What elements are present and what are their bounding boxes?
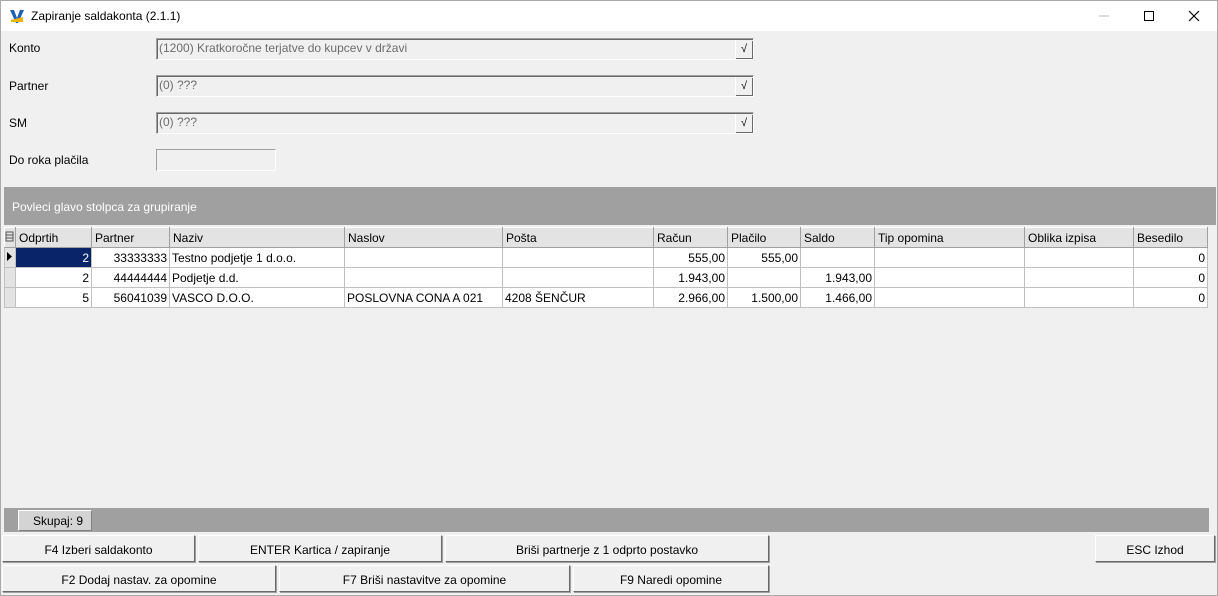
- col-header-placilo[interactable]: Plačilo: [727, 227, 801, 248]
- cell-besedilo[interactable]: 0: [1133, 247, 1208, 268]
- main-window: Zapiranje saldakonta (2.1.1) Konto (1200…: [0, 0, 1218, 596]
- col-header-racun[interactable]: Račun: [653, 227, 728, 248]
- cell-naziv[interactable]: VASCO D.O.O.: [169, 287, 345, 308]
- cell-posta[interactable]: 4208 ŠENČUR: [502, 287, 654, 308]
- select-saldakonto-button[interactable]: F4 Izberi saldakonto: [2, 535, 195, 562]
- add-reminder-settings-button[interactable]: F2 Dodaj nastav. za opomine: [2, 565, 276, 592]
- col-header-naslov[interactable]: Naslov: [344, 227, 503, 248]
- row-indicator[interactable]: [4, 267, 16, 288]
- col-header-naziv[interactable]: Naziv: [169, 227, 345, 248]
- dropdown-check-icon: √: [740, 80, 748, 92]
- col-header-odprtih[interactable]: Odprtih: [15, 227, 92, 248]
- cell-oblika-izpisa[interactable]: [1024, 247, 1134, 268]
- cell-saldo[interactable]: 1.943,00: [800, 267, 875, 288]
- data-grid[interactable]: Odprtih Partner Naziv Naslov Pošta Račun…: [4, 225, 1216, 507]
- cell-racun[interactable]: 2.966,00: [653, 287, 728, 308]
- cell-oblika-izpisa[interactable]: [1024, 267, 1134, 288]
- cell-posta[interactable]: [502, 247, 654, 268]
- col-header-partner[interactable]: Partner: [91, 227, 170, 248]
- table-row[interactable]: 2 44444444 Podjetje d.d. 1.943,00 1.943,…: [4, 267, 1208, 288]
- group-by-hint: Povleci glavo stolpca za grupiranje: [12, 200, 197, 214]
- cell-partner[interactable]: 44444444: [91, 267, 170, 288]
- minimize-button[interactable]: [1081, 1, 1127, 31]
- konto-combobox[interactable]: (1200) Kratkoročne terjatve do kupcev v …: [156, 38, 754, 60]
- cell-racun[interactable]: 1.943,00: [653, 267, 728, 288]
- total-cell: Skupaj: 9: [18, 510, 92, 531]
- partner-label: Partner: [9, 79, 49, 93]
- cell-partner[interactable]: 33333333: [91, 247, 170, 268]
- col-header-posta[interactable]: Pošta: [502, 227, 654, 248]
- dropdown-check-icon: √: [740, 43, 748, 55]
- current-row-arrow-icon: [7, 251, 12, 261]
- group-by-panel[interactable]: Povleci glavo stolpca za grupiranje: [4, 187, 1216, 225]
- grid-table: Odprtih Partner Naziv Naslov Pošta Račun…: [4, 227, 1208, 308]
- cell-partner[interactable]: 56041039: [91, 287, 170, 308]
- sm-label: SM: [9, 116, 27, 130]
- sm-dropdown-button[interactable]: √: [735, 114, 752, 132]
- kartica-zapiranje-button[interactable]: ENTER Kartica / zapiranje: [198, 535, 442, 562]
- cell-posta[interactable]: [502, 267, 654, 288]
- sm-combobox[interactable]: (0) ??? √: [156, 112, 754, 134]
- partner-combobox[interactable]: (0) ??? √: [156, 75, 754, 97]
- cell-saldo[interactable]: [800, 247, 875, 268]
- cell-tip-opomina[interactable]: [874, 287, 1025, 308]
- total-count: Skupaj: 9: [33, 514, 84, 528]
- partner-dropdown-button[interactable]: √: [735, 77, 752, 95]
- grid-menu-button[interactable]: [4, 227, 16, 248]
- minimize-icon: [1099, 15, 1109, 17]
- cell-naslov[interactable]: [344, 247, 503, 268]
- cell-racun[interactable]: 555,00: [653, 247, 728, 268]
- cell-odprtih[interactable]: 2: [15, 267, 92, 288]
- grid-header-row: Odprtih Partner Naziv Naslov Pošta Račun…: [4, 227, 1208, 248]
- grid-menu-icon: [5, 231, 14, 241]
- col-header-besedilo[interactable]: Besedilo: [1133, 227, 1208, 248]
- title-bar[interactable]: Zapiranje saldakonta (2.1.1): [1, 1, 1217, 31]
- col-header-oblika-izpisa[interactable]: Oblika izpisa: [1024, 227, 1134, 248]
- cell-naziv[interactable]: Testno podjetje 1 d.o.o.: [169, 247, 345, 268]
- cell-naslov[interactable]: POSLOVNA CONA A 021: [344, 287, 503, 308]
- cell-placilo[interactable]: [727, 267, 801, 288]
- cell-naziv[interactable]: Podjetje d.d.: [169, 267, 345, 288]
- sm-value: (0) ???: [159, 115, 198, 129]
- window-title: Zapiranje saldakonta (2.1.1): [31, 9, 181, 23]
- create-reminders-button[interactable]: F9 Naredi opomine: [573, 565, 769, 592]
- delete-single-item-partners-button[interactable]: Briši partnerje z 1 odprto postavko: [445, 535, 769, 562]
- cell-odprtih[interactable]: 2: [15, 247, 92, 268]
- table-row[interactable]: 2 33333333 Testno podjetje 1 d.o.o. 555,…: [4, 247, 1208, 268]
- close-icon: [1188, 10, 1200, 22]
- konto-value: (1200) Kratkoročne terjatve do kupcev v …: [159, 41, 408, 55]
- konto-label: Konto: [9, 41, 41, 55]
- maximize-button[interactable]: [1126, 1, 1172, 31]
- close-button[interactable]: [1171, 1, 1217, 31]
- cell-tip-opomina[interactable]: [874, 267, 1025, 288]
- exit-button[interactable]: ESC Izhod: [1095, 535, 1215, 562]
- cell-besedilo[interactable]: 0: [1133, 267, 1208, 288]
- row-indicator[interactable]: [4, 287, 16, 308]
- do-roka-input[interactable]: [156, 149, 276, 171]
- dropdown-check-icon: √: [740, 117, 748, 129]
- cell-placilo[interactable]: 555,00: [727, 247, 801, 268]
- cell-oblika-izpisa[interactable]: [1024, 287, 1134, 308]
- cell-besedilo[interactable]: 0: [1133, 287, 1208, 308]
- do-roka-label: Do roka plačila: [9, 153, 89, 167]
- row-indicator[interactable]: [4, 247, 16, 268]
- cell-placilo[interactable]: 1.500,00: [727, 287, 801, 308]
- app-logo-icon: [10, 10, 24, 23]
- col-header-saldo[interactable]: Saldo: [800, 227, 875, 248]
- grid-footer: Skupaj: 9: [4, 508, 1209, 532]
- partner-value: (0) ???: [159, 78, 198, 92]
- cell-saldo[interactable]: 1.466,00: [800, 287, 875, 308]
- konto-dropdown-button[interactable]: √: [735, 40, 752, 58]
- col-header-tip-opomina[interactable]: Tip opomina: [874, 227, 1025, 248]
- cell-naslov[interactable]: [344, 267, 503, 288]
- table-row[interactable]: 5 56041039 VASCO D.O.O. POSLOVNA CONA A …: [4, 287, 1208, 308]
- delete-reminder-settings-button[interactable]: F7 Briši nastavitve za opomine: [279, 565, 570, 592]
- cell-tip-opomina[interactable]: [874, 247, 1025, 268]
- maximize-icon: [1144, 11, 1154, 21]
- cell-odprtih[interactable]: 5: [15, 287, 92, 308]
